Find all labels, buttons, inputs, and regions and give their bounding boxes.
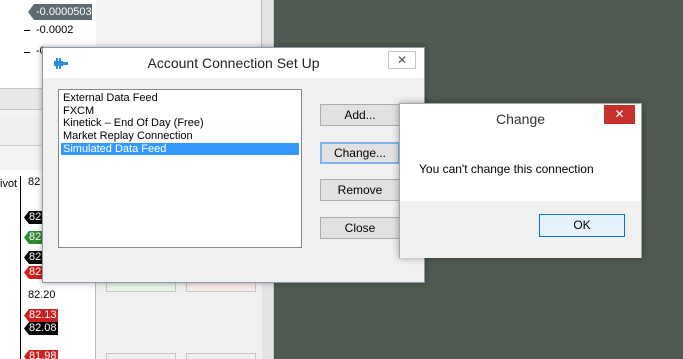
price-tag: 82.13 <box>24 309 58 322</box>
price-axis-label: 82.20 <box>28 289 56 301</box>
connection-list-item[interactable]: Simulated Data Feed <box>61 142 299 156</box>
pivot-label: ivot <box>0 178 18 190</box>
connection-list-item[interactable]: External Data Feed <box>61 92 299 105</box>
price-tag: 82.08 <box>24 322 58 335</box>
connection-list[interactable]: External Data Feed FXCM Kinetick – End Of … <box>58 89 302 248</box>
dialog-titlebar[interactable]: Account Connection Set Up ✕ <box>43 48 424 78</box>
message-box-body: You can't change this connection <box>400 134 641 201</box>
axis-tick <box>24 52 30 53</box>
close-button[interactable]: ✕ <box>604 105 635 124</box>
change-message-box: Change ✕ You can't change this connectio… <box>399 103 642 258</box>
top-axis-label: -0.0002 <box>36 24 74 36</box>
connection-list-item[interactable]: Market Replay Connection <box>61 130 299 143</box>
price-axis-line <box>20 176 21 359</box>
mini-box <box>106 353 176 359</box>
dialog-title: Account Connection Set Up <box>147 55 320 71</box>
price-axis-label: 82 <box>28 176 41 188</box>
axis-tick <box>24 30 30 31</box>
account-connection-dialog: Account Connection Set Up ✕ External Dat… <box>42 47 425 283</box>
connection-list-item[interactable]: FXCM <box>61 105 299 118</box>
connection-list-item[interactable]: Kinetick – End Of Day (Free) <box>61 117 299 130</box>
message-text: You can't change this connection <box>419 162 594 176</box>
change-button[interactable]: Change... <box>320 142 400 164</box>
close-dialog-button[interactable]: Close <box>320 217 400 239</box>
close-button[interactable]: ✕ <box>388 51 416 69</box>
add-button[interactable]: Add... <box>320 104 400 126</box>
price-tag: 81.98 <box>24 350 58 359</box>
message-box-footer: OK <box>400 201 641 258</box>
mini-box <box>186 353 256 359</box>
remove-button[interactable]: Remove <box>320 179 400 201</box>
ok-button[interactable]: OK <box>539 214 625 237</box>
top-price-tag: -0.0000503 <box>28 4 92 20</box>
